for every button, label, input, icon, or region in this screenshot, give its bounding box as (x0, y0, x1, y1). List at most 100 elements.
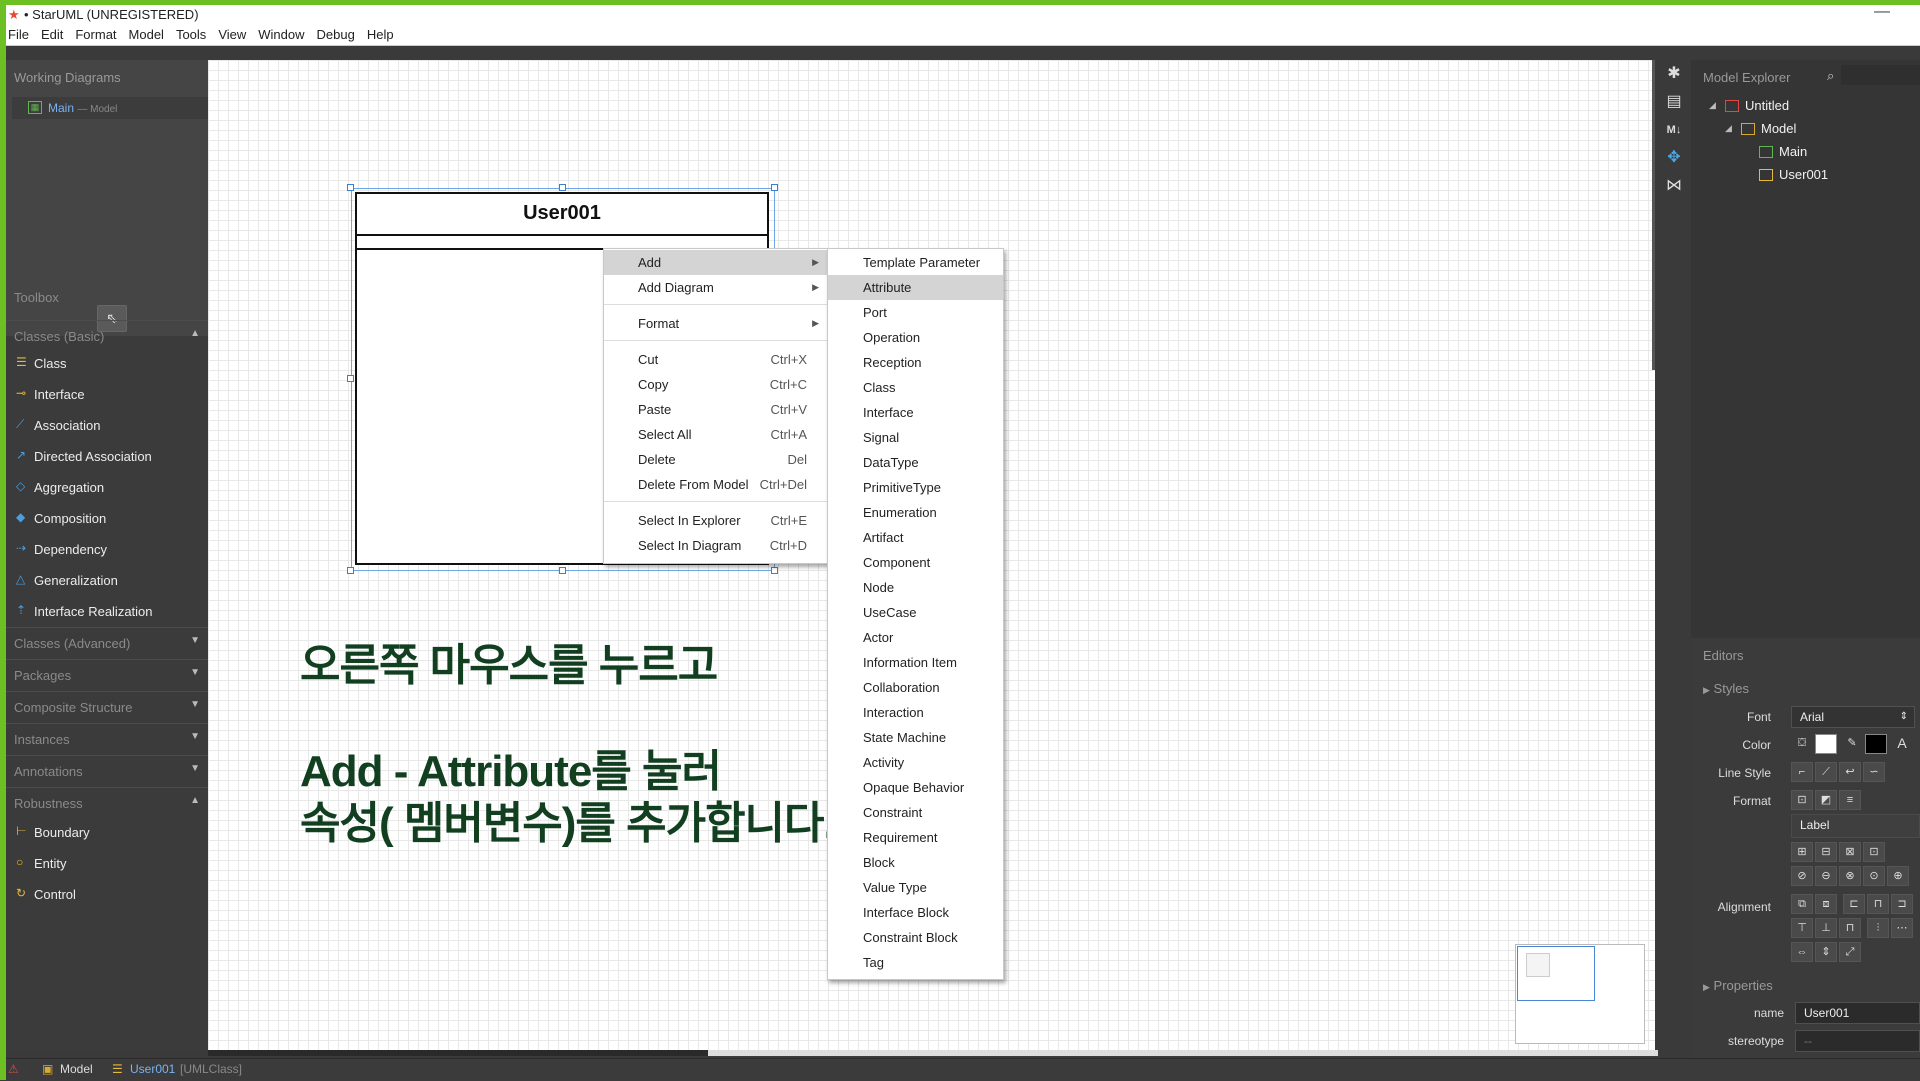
add-submenu-item-opaque-behavior[interactable]: Opaque Behavior (828, 775, 1003, 800)
markdown-icon[interactable]: M↓ (1664, 120, 1684, 140)
search-icon[interactable]: ⌕ (1827, 68, 1834, 84)
section-packages[interactable]: Packages ▼ (6, 659, 208, 690)
add-submenu-item-information-item[interactable]: Information Item (828, 650, 1003, 675)
add-submenu-item-attribute[interactable]: Attribute (828, 275, 1003, 300)
menu-help[interactable]: Help (361, 25, 400, 45)
add-submenu-item-reception[interactable]: Reception (828, 350, 1003, 375)
add-submenu-item-constraint-block[interactable]: Constraint Block (828, 925, 1003, 950)
layout-icon[interactable]: ▤ (1664, 92, 1684, 112)
add-submenu-item-datatype[interactable]: DataType (828, 450, 1003, 475)
align-top-icon[interactable]: ⊤ (1791, 918, 1813, 938)
add-submenu-item-collaboration[interactable]: Collaboration (828, 675, 1003, 700)
ctx-add[interactable]: Add ▶ (604, 250, 827, 275)
add-submenu-item-activity[interactable]: Activity (828, 750, 1003, 775)
section-classes-basic[interactable]: Classes (Basic) ▲ (6, 320, 208, 351)
line-color-swatch[interactable] (1865, 734, 1887, 754)
align-center-icon[interactable]: ⊓ (1867, 894, 1889, 914)
section-classes-advanced[interactable]: Classes (Advanced) ▼ (6, 627, 208, 658)
ctx-select-all[interactable]: Select All Ctrl+A (604, 422, 827, 447)
tool-dependency[interactable]: ⇢ Dependency (6, 534, 208, 565)
tool-entity[interactable]: ○ Entity (6, 848, 208, 879)
tree-node-user001[interactable]: User001 (1691, 165, 1920, 187)
add-submenu-item-value-type[interactable]: Value Type (828, 875, 1003, 900)
status-model-link[interactable]: Model (60, 1062, 93, 1076)
align-bottom-icon[interactable]: ⊓ (1839, 918, 1861, 938)
validation-error-icon[interactable]: ⚠ (8, 1062, 19, 1076)
word-wrap-icon[interactable]: ≡ (1839, 790, 1861, 810)
expand-triangle-icon[interactable]: ◢ (1725, 123, 1732, 134)
suppress-attributes-icon[interactable]: ⊘ (1791, 866, 1813, 886)
space-equally-vertical-icon[interactable]: ⋯ (1891, 918, 1913, 938)
suppress-operations-icon[interactable]: ⊖ (1815, 866, 1837, 886)
add-submenu-item-template-parameter[interactable]: Template Parameter (828, 250, 1003, 275)
font-color-icon[interactable]: A (1891, 734, 1913, 754)
stereotype-field[interactable]: -- (1795, 1030, 1920, 1052)
resize-handle-s[interactable] (559, 567, 566, 574)
ctx-copy[interactable]: Copy Ctrl+C (604, 372, 827, 397)
fill-bucket-icon[interactable]: ⛋ (1791, 734, 1813, 754)
resize-handle-w[interactable] (347, 375, 354, 382)
set-height-equally-icon[interactable]: ⇕ (1815, 942, 1837, 962)
ctx-select-in-explorer[interactable]: Select In Explorer Ctrl+E (604, 508, 827, 533)
shadow-icon[interactable]: ◩ (1815, 790, 1837, 810)
navigator-icon[interactable]: ✥ (1664, 148, 1684, 168)
stereotype-label-icon[interactable]: ⊟ (1815, 842, 1837, 862)
menu-edit[interactable]: Edit (35, 25, 69, 45)
menu-window[interactable]: Window (252, 25, 310, 45)
add-submenu-item-usecase[interactable]: UseCase (828, 600, 1003, 625)
share-icon[interactable]: ⋈ (1664, 176, 1684, 196)
add-submenu-item-component[interactable]: Component (828, 550, 1003, 575)
tool-aggregation[interactable]: ◇ Aggregation (6, 472, 208, 503)
tool-composition[interactable]: ◆ Composition (6, 503, 208, 534)
line-rectilinear-icon[interactable]: ⌐ (1791, 762, 1813, 782)
stereotype-decoration-icon[interactable]: ⊠ (1839, 842, 1861, 862)
styles-section-toggle[interactable]: ▶ Styles (1703, 681, 1749, 696)
add-submenu-item-actor[interactable]: Actor (828, 625, 1003, 650)
ctx-delete-from-model[interactable]: Delete From Model Ctrl+Del (604, 472, 827, 497)
menu-format[interactable]: Format (69, 25, 122, 45)
resize-handle-nw[interactable] (347, 184, 354, 191)
add-submenu-item-block[interactable]: Block (828, 850, 1003, 875)
add-submenu-item-constraint[interactable]: Constraint (828, 800, 1003, 825)
menu-file[interactable]: File (2, 25, 35, 45)
tree-node-untitled[interactable]: ◢ Untitled (1691, 96, 1920, 118)
add-submenu-item-signal[interactable]: Signal (828, 425, 1003, 450)
add-submenu-item-primitivetype[interactable]: PrimitiveType (828, 475, 1003, 500)
canvas-horizontal-scrollbar[interactable] (208, 1050, 708, 1056)
add-submenu-item-enumeration[interactable]: Enumeration (828, 500, 1003, 525)
space-equally-horizontal-icon[interactable]: ⫶ (1867, 918, 1889, 938)
set-width-equally-icon[interactable]: ⇔ (1791, 942, 1813, 962)
show-visibility-icon[interactable]: ⊕ (1887, 866, 1909, 886)
ctx-format[interactable]: Format ▶ (604, 311, 827, 336)
bring-to-front-icon[interactable]: ⧉ (1791, 894, 1813, 914)
add-submenu-item-class[interactable]: Class (828, 375, 1003, 400)
resize-handle-se[interactable] (771, 567, 778, 574)
tool-directed-association[interactable]: ↗ Directed Association (6, 441, 208, 472)
resize-handle-ne[interactable] (771, 184, 778, 191)
add-submenu-item-node[interactable]: Node (828, 575, 1003, 600)
send-to-back-icon[interactable]: ⧈ (1815, 894, 1837, 914)
minimap-viewport[interactable] (1517, 946, 1595, 1001)
extensions-icon[interactable]: ✱ (1664, 64, 1684, 84)
tool-generalization[interactable]: △ Generalization (6, 565, 208, 596)
ctx-add-diagram[interactable]: Add Diagram ▶ (604, 275, 827, 300)
add-submenu-item-requirement[interactable]: Requirement (828, 825, 1003, 850)
diagram-minimap[interactable] (1515, 944, 1645, 1044)
working-diagram-item-main[interactable]: ▦ Main — Model (12, 97, 208, 119)
stereotype-icon-icon[interactable]: ⊡ (1863, 842, 1885, 862)
align-right-icon[interactable]: ⊐ (1891, 894, 1913, 914)
suppress-receptions-icon[interactable]: ⊗ (1839, 866, 1861, 886)
fill-color-swatch[interactable] (1815, 734, 1837, 754)
explorer-search-field[interactable] (1841, 65, 1920, 85)
tool-interface-realization[interactable]: ⇡ Interface Realization (6, 596, 208, 627)
tool-boundary[interactable]: ⊢ Boundary (6, 817, 208, 848)
add-submenu-item-artifact[interactable]: Artifact (828, 525, 1003, 550)
menu-model[interactable]: Model (123, 25, 170, 45)
name-field[interactable]: User001 (1795, 1002, 1920, 1024)
tool-association[interactable]: ⟋ Association (6, 410, 208, 441)
ctx-delete[interactable]: Delete Del (604, 447, 827, 472)
tree-node-model[interactable]: ◢ Model (1691, 119, 1920, 141)
resize-handle-sw[interactable] (347, 567, 354, 574)
stereotype-none-icon[interactable]: ⊞ (1791, 842, 1813, 862)
status-element-link[interactable]: User001 (130, 1062, 175, 1076)
